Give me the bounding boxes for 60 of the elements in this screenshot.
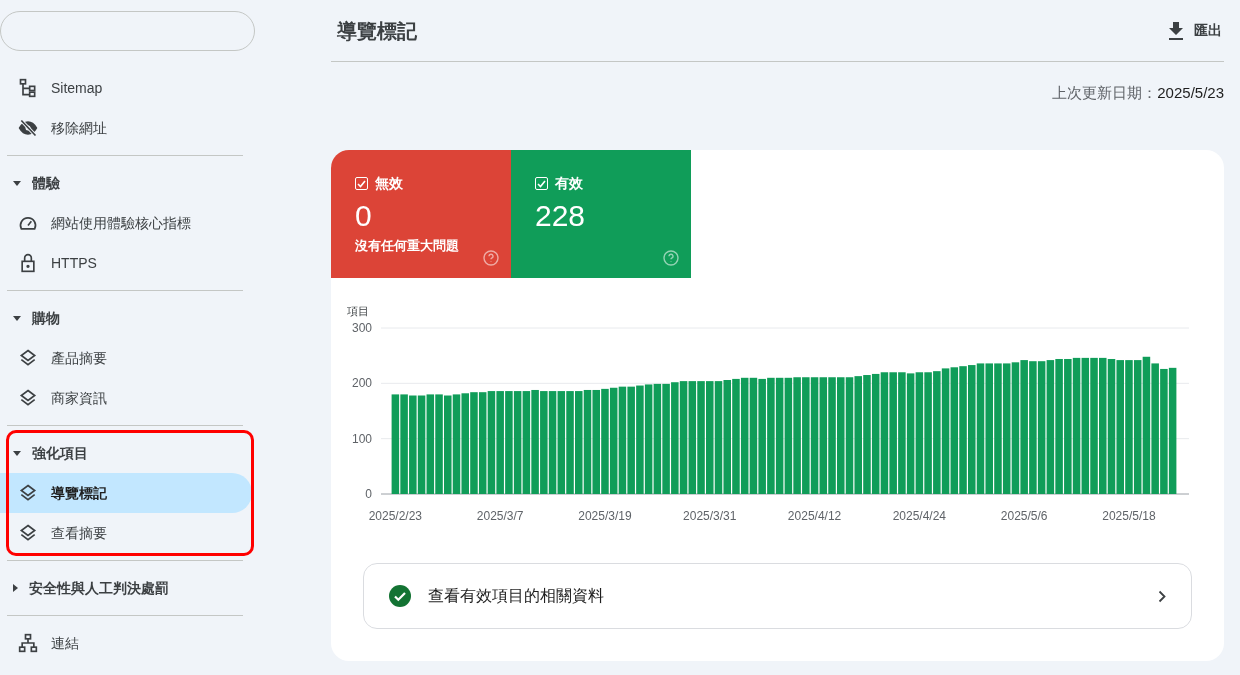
last-updated-label: 上次更新日期： <box>1052 82 1158 103</box>
y-tick-label: 200 <box>351 376 372 391</box>
x-tick-label: 2025/5/18 <box>1102 509 1156 523</box>
lock-icon <box>18 253 38 273</box>
axis-title: 項目 <box>347 305 369 317</box>
nav-item[interactable]: 連結 <box>0 623 252 663</box>
status-count: 228 <box>535 198 587 234</box>
nav-item[interactable]: 網站使用體驗核心指標 <box>0 203 252 243</box>
x-tick-label: 2025/3/31 <box>683 509 737 523</box>
section-header[interactable]: 購物 <box>0 298 331 338</box>
status-tile[interactable]: 有效 228 <box>511 150 691 278</box>
nav-item[interactable]: 產品摘要 <box>0 338 252 378</box>
caret-down-icon <box>13 450 21 456</box>
x-tick-label: 2025/2/23 <box>368 509 423 523</box>
status-checkbox[interactable] <box>535 177 548 190</box>
section-header[interactable]: 強化項目 <box>0 433 331 473</box>
y-tick-label: 0 <box>365 487 372 501</box>
layers-icon <box>18 523 38 543</box>
status-checkbox[interactable] <box>355 177 368 190</box>
nav-item[interactable]: 導覽標記 <box>0 473 252 513</box>
layers-icon <box>18 348 38 368</box>
nav-item[interactable]: HTTPS <box>0 243 252 283</box>
chevron-right-icon <box>1158 589 1166 603</box>
page-title: 導覽標記 <box>337 18 417 44</box>
x-tick-label: 2025/4/24 <box>892 509 947 523</box>
check-circle-icon <box>389 585 411 607</box>
x-tick-label: 2025/3/7 <box>476 509 524 523</box>
last-updated-date: 2025/5/23 <box>1157 82 1224 103</box>
status-tile[interactable]: 無效 0 沒有任何重大問題 <box>331 150 511 278</box>
status-label: 無效 <box>375 174 403 193</box>
layers-icon <box>18 483 38 503</box>
sitemap-icon <box>18 78 38 98</box>
status-count: 0 <box>355 198 373 234</box>
help-icon[interactable] <box>663 250 679 266</box>
y-tick-label: 100 <box>351 431 372 446</box>
nav-item[interactable]: 商家資訊 <box>0 378 252 418</box>
nav-item[interactable]: 移除網址 <box>0 108 252 148</box>
caret-down-icon <box>13 315 21 321</box>
export-button[interactable]: 匯出 <box>1168 20 1224 41</box>
y-tick-label: 300 <box>351 321 372 335</box>
status-label: 有效 <box>555 174 583 193</box>
network-icon <box>18 633 38 653</box>
help-icon[interactable] <box>483 250 499 266</box>
caret-right-icon <box>13 584 18 592</box>
nav-item[interactable]: Sitemap <box>0 68 252 108</box>
section-header[interactable]: 體驗 <box>0 163 331 203</box>
download-icon <box>1168 21 1184 40</box>
details-link-row[interactable]: 查看有效項目的相關資料 <box>363 563 1192 629</box>
section-header[interactable]: 安全性與人工判決處罰 <box>0 568 331 608</box>
search-field[interactable] <box>0 11 255 51</box>
x-tick-label: 2025/5/6 <box>1000 509 1048 523</box>
layers-icon <box>18 388 38 408</box>
eye-slash-icon <box>18 118 38 138</box>
x-tick-label: 2025/4/12 <box>787 509 842 523</box>
check-icon <box>357 179 366 188</box>
check-icon <box>537 179 546 188</box>
caret-down-icon <box>13 180 21 186</box>
nav-item[interactable]: 查看摘要 <box>0 513 252 553</box>
x-tick-label: 2025/3/19 <box>578 509 632 523</box>
status-note: 沒有任何重大問題 <box>355 237 460 255</box>
